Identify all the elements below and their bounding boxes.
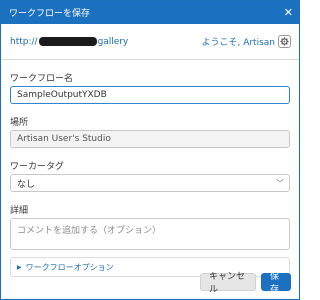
worker-tag-value: なし <box>17 179 36 190</box>
workflow-options-label: ワークフローオプション <box>25 262 114 272</box>
workflow-name-label: ワークフロー名 <box>10 74 74 84</box>
details-placeholder: コメントを追加する（オプション） <box>17 226 162 236</box>
location-label: 場所 <box>10 118 29 128</box>
location-value: Artisan User's Studio <box>17 134 111 144</box>
dialog-title: ワークフローを保存 <box>9 9 91 19</box>
title-bar: ワークフローを保存 ✕ <box>1 1 299 24</box>
welcome-text: ようこそ, Artisan <box>201 38 275 48</box>
worker-tag-select[interactable]: なし ﹀ <box>10 174 290 192</box>
worker-tag-label: ワーカータグ <box>10 162 65 172</box>
welcome-area: ようこそ, Artisan <box>201 35 291 48</box>
triangle-right-icon: ▶ <box>17 263 22 271</box>
redacted-hostname <box>38 37 97 46</box>
close-icon[interactable]: ✕ <box>284 7 293 18</box>
gear-icon[interactable] <box>278 35 291 48</box>
cancel-button[interactable]: キャンセル <box>200 272 256 295</box>
details-textarea[interactable]: コメントを追加する（オプション） <box>10 218 290 250</box>
save-workflow-dialog: ワークフローを保存 ✕ http:// gallery ようこそ, Artisa… <box>0 0 300 300</box>
server-row: http:// gallery ようこそ, Artisan <box>1 24 299 60</box>
location-field: Artisan User's Studio <box>10 130 290 148</box>
details-label: 詳細 <box>10 206 29 216</box>
server-url[interactable]: http:// gallery <box>10 37 128 47</box>
server-url-prefix: http:// <box>10 36 38 47</box>
save-button[interactable]: 保存 <box>261 272 291 295</box>
workflow-name-input[interactable]: SampleOutputYXDB <box>10 86 290 104</box>
server-url-suffix: gallery <box>97 36 129 47</box>
dialog-footer: キャンセル 保存 <box>200 272 291 295</box>
chevron-down-icon: ﹀ <box>276 178 284 188</box>
form-content: ワークフロー名 SampleOutputYXDB 場所 Artisan User… <box>1 71 299 277</box>
workflow-name-value: SampleOutputYXDB <box>17 90 107 100</box>
